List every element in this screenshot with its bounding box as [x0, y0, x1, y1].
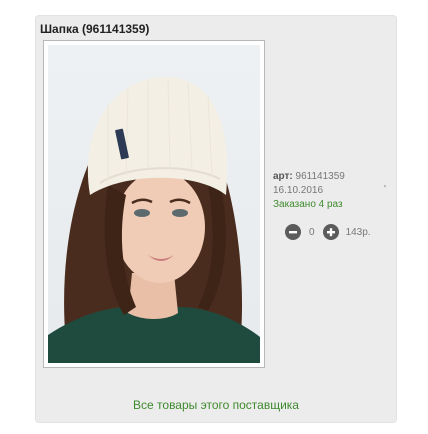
product-card: Шапка (961141359) арт: 961141359 16.10.2…: [35, 15, 397, 423]
product-info: арт: 961141359 16.10.2016 Заказано 4 раз: [273, 170, 345, 212]
photo-eye-left: [134, 209, 150, 217]
minus-glyph: [289, 231, 297, 234]
photo-face: [115, 171, 205, 283]
photo-eye-right: [172, 209, 188, 217]
ordered-count: Заказано 4 раз: [273, 199, 343, 210]
price: 143р.: [345, 226, 371, 238]
article-line: арт: 961141359: [273, 170, 345, 184]
plus-glyph: [326, 228, 335, 237]
article-label: арт:: [273, 171, 293, 182]
product-photo-illustration: [48, 76, 260, 363]
tick-mark: ': [384, 184, 386, 195]
plus-circle-icon[interactable]: [322, 224, 339, 240]
product-date: 16.10.2016: [273, 185, 324, 196]
article-value: 961141359: [295, 171, 345, 182]
product-photo[interactable]: [48, 45, 260, 363]
product-title: Шапка (961141359): [40, 22, 150, 36]
product-photo-frame[interactable]: [43, 40, 265, 368]
minus-circle-icon[interactable]: [285, 224, 301, 240]
quantity-value: 0: [309, 226, 315, 238]
quantity-stepper: 0 143р.: [285, 224, 371, 240]
supplier-products-link[interactable]: Все товары этого поставщика: [36, 398, 396, 412]
